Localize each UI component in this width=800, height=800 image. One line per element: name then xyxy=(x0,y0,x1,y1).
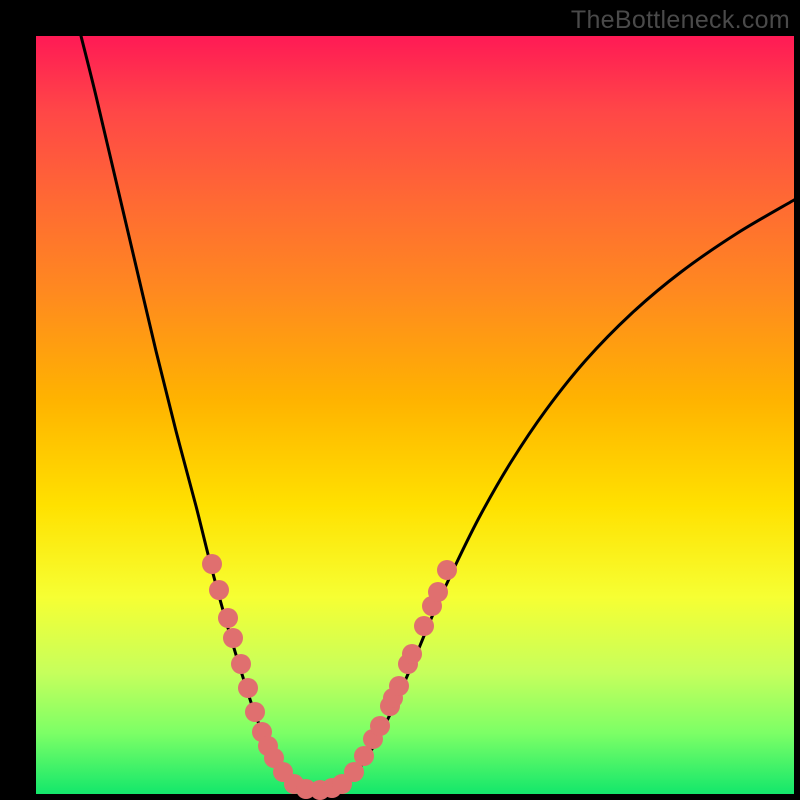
curve-markers xyxy=(202,554,457,800)
marker-dot xyxy=(428,582,448,602)
marker-dot xyxy=(223,628,243,648)
chart-frame: TheBottleneck.com xyxy=(0,0,800,800)
marker-dot xyxy=(202,554,222,574)
bottleneck-curve xyxy=(81,36,794,790)
marker-dot xyxy=(218,608,238,628)
marker-dot xyxy=(231,654,251,674)
marker-dot xyxy=(209,580,229,600)
watermark-text: TheBottleneck.com xyxy=(571,6,790,35)
marker-dot xyxy=(389,676,409,696)
marker-dot xyxy=(437,560,457,580)
marker-dot xyxy=(245,702,265,722)
marker-dot xyxy=(354,746,374,766)
curve-layer xyxy=(36,36,794,794)
marker-dot xyxy=(370,716,390,736)
marker-dot xyxy=(238,678,258,698)
marker-dot xyxy=(414,616,434,636)
plot-area xyxy=(36,36,794,794)
marker-dot xyxy=(402,644,422,664)
